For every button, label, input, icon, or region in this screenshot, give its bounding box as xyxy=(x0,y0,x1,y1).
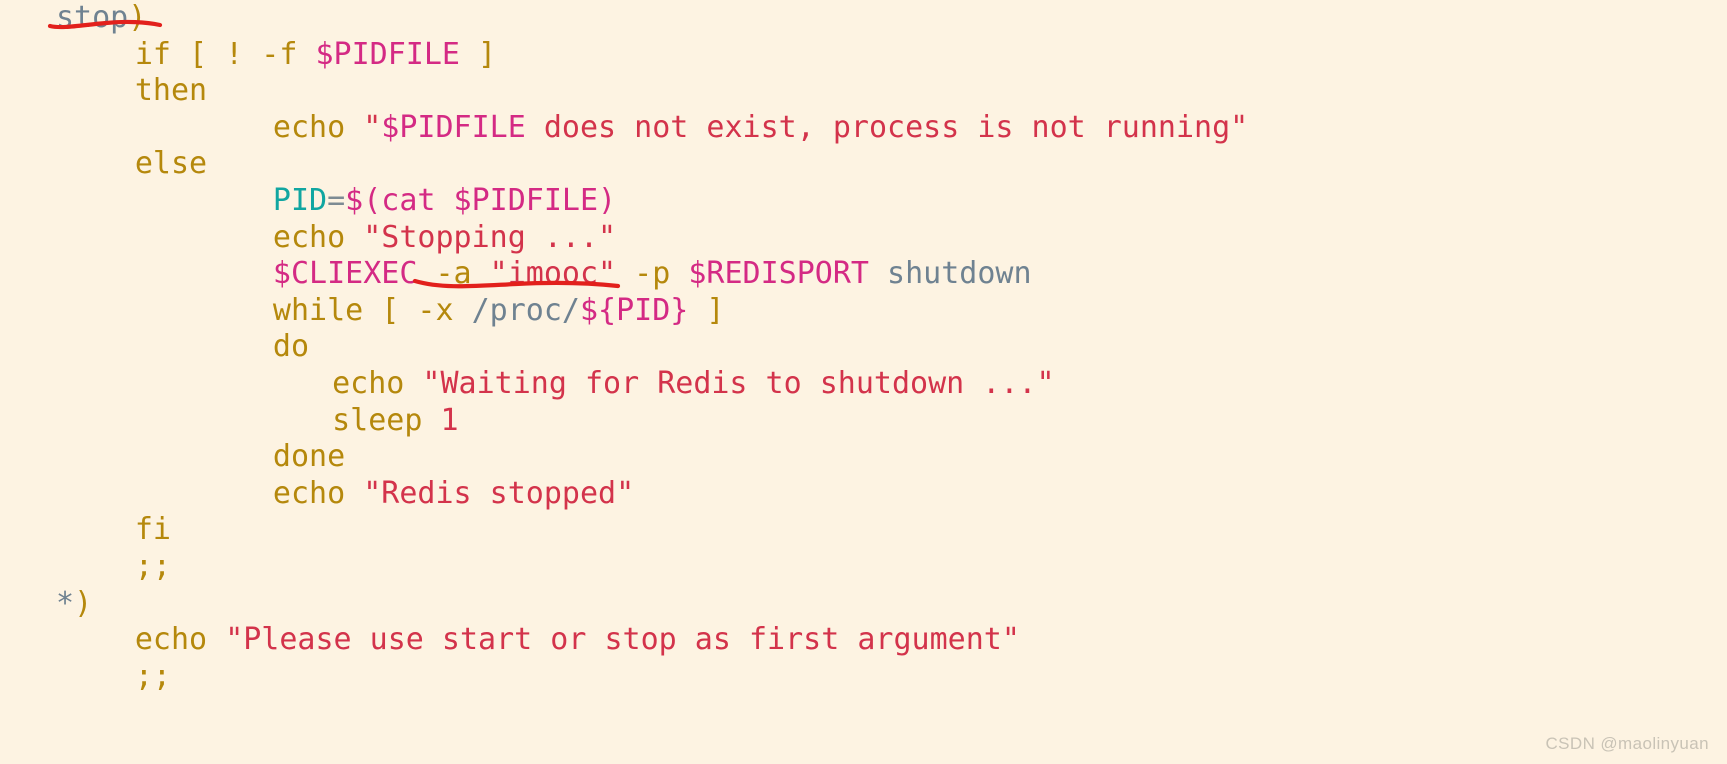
code-token: echo xyxy=(134,622,226,658)
code-token: 1 xyxy=(440,402,459,438)
code-line: echo "Stopping ..." xyxy=(0,220,1727,257)
code-token: ] xyxy=(460,36,497,72)
code-line: stop) xyxy=(0,0,1727,37)
code-token: echo xyxy=(272,475,364,511)
code-line: ;; xyxy=(0,659,1727,696)
code-token: = xyxy=(327,182,346,218)
code-token: PID xyxy=(272,182,328,218)
code-token: cat xyxy=(381,182,454,218)
code-token: ;; xyxy=(134,658,171,694)
code-token: stop xyxy=(56,0,129,35)
code-line: do xyxy=(0,329,1727,366)
code-token: "imooc" xyxy=(489,256,617,292)
code-line: done xyxy=(0,439,1727,476)
code-token: else xyxy=(134,146,208,182)
code-token: /proc/ xyxy=(471,292,580,328)
code-token: -a xyxy=(417,256,490,292)
code-line: else xyxy=(0,146,1727,183)
code-line: PID=$(cat $PIDFILE) xyxy=(0,183,1727,220)
code-token: if [ ! -f xyxy=(134,36,316,72)
code-line: fi xyxy=(0,512,1727,549)
code-token: $PIDFILE xyxy=(315,36,461,72)
code-token: $( xyxy=(345,182,382,218)
code-token: ) xyxy=(598,182,617,218)
code-token: echo xyxy=(332,365,423,401)
code-token: ${PID} xyxy=(579,292,689,328)
code-token: do xyxy=(272,329,310,365)
code-line: echo "$PIDFILE does not exist, process i… xyxy=(0,110,1727,147)
code-token: echo xyxy=(272,109,364,145)
code-token: ;; xyxy=(134,548,171,584)
screenshot-root: stop) if [ ! -f $PIDFILE ] then echo "$PIDF… xyxy=(0,0,1727,764)
code-token: shutdown xyxy=(868,256,1032,292)
code-line: then xyxy=(0,73,1727,110)
code-token: $CLIEXEC xyxy=(272,256,418,292)
code-line: sleep 1 xyxy=(0,403,1727,440)
code-token: "Stopping ..." xyxy=(363,219,617,255)
code-token: ] xyxy=(688,292,725,328)
code-token: while [ -x xyxy=(272,292,472,328)
code-token: " xyxy=(363,109,382,145)
watermark: CSDN @maolinyuan xyxy=(1545,734,1709,753)
code-token: ) xyxy=(128,0,147,35)
code-token: done xyxy=(272,439,346,475)
code-line: $CLIEXEC -a "imooc" -p $REDISPORT shutdo… xyxy=(0,256,1727,293)
code-token: ) xyxy=(74,585,93,621)
code-token: echo xyxy=(272,219,364,255)
code-token: $REDISPORT xyxy=(688,256,869,292)
code-line: echo "Redis stopped" xyxy=(0,476,1727,513)
code-token: * xyxy=(56,585,75,621)
code-token: $PIDFILE xyxy=(453,182,599,218)
code-token: "Please use start or stop as first argum… xyxy=(225,622,1020,658)
code-line: *) xyxy=(0,586,1727,623)
code-token: does not exist, process is not running" xyxy=(525,109,1249,145)
code-token: fi xyxy=(134,512,171,548)
code-line: echo "Waiting for Redis to shutdown ..." xyxy=(0,366,1727,403)
code-line: echo "Please use start or stop as first … xyxy=(0,622,1727,659)
code-token: then xyxy=(134,73,208,109)
code-token: -p xyxy=(616,256,689,292)
code-token: "Redis stopped" xyxy=(363,475,635,511)
code-token: "Waiting for Redis to shutdown ..." xyxy=(422,365,1055,401)
code-block: stop) if [ ! -f $PIDFILE ] then echo "$PIDF… xyxy=(0,0,1727,695)
code-token: sleep xyxy=(332,402,441,438)
code-token: $PIDFILE xyxy=(381,109,526,145)
code-line: while [ -x /proc/${PID} ] xyxy=(0,293,1727,330)
code-line: ;; xyxy=(0,549,1727,586)
code-line: if [ ! -f $PIDFILE ] xyxy=(0,37,1727,74)
